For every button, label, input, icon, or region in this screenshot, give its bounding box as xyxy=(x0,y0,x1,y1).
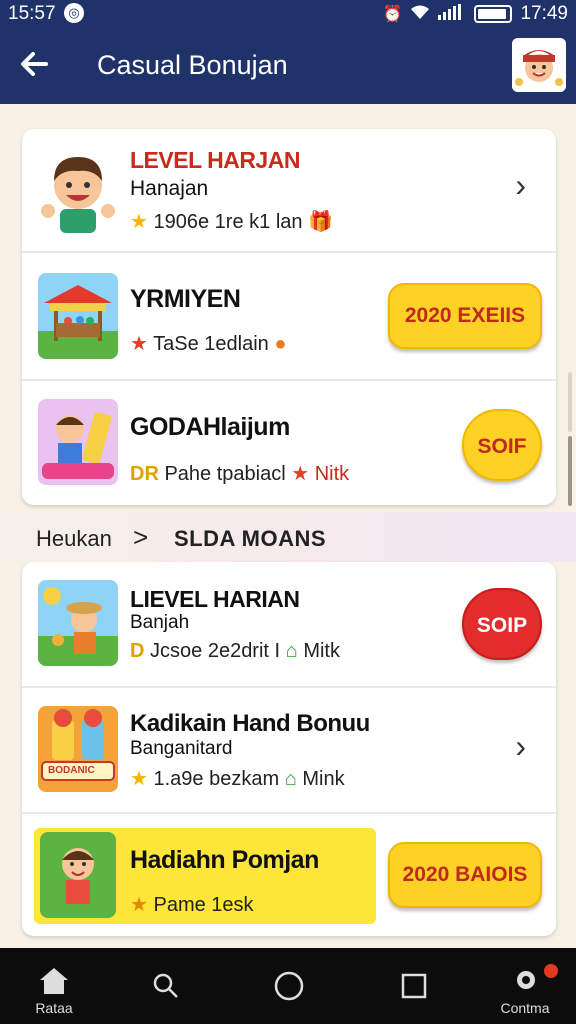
list-item[interactable]: LIEVEL HARIAN Banjah D Jcsoe 2e2drit I ⌂… xyxy=(22,562,556,688)
row-meta: Pahe tpabiacl xyxy=(164,463,286,485)
boy-avatar-icon xyxy=(38,147,118,233)
row-title: YRMIYEN xyxy=(130,285,241,313)
profile-avatar[interactable] xyxy=(512,38,566,92)
row-subtitle: Banjah xyxy=(130,612,190,633)
daily-card-top: LEVEL HARJAN Hanajan ★ 1906e 1re k1 lan … xyxy=(22,129,556,505)
wifi-icon xyxy=(410,4,430,25)
chevron-right-icon[interactable]: › xyxy=(515,167,526,204)
app-bar: Casual Bonujan xyxy=(0,36,576,98)
breadcrumb-item[interactable]: Heukan xyxy=(36,526,112,552)
row-meta-prefix: DR xyxy=(130,463,159,485)
list-item[interactable]: GODAHlaijum DR Pahe tpabiacl ★ Nitk SOIF xyxy=(22,383,556,505)
status-time-right: 17:49 xyxy=(520,3,568,24)
claim-button[interactable]: 2020 BAIOIS xyxy=(388,842,542,908)
row-meta: TaSe 1edlain xyxy=(153,333,269,355)
home-icon xyxy=(40,968,68,994)
farmer-boy-icon xyxy=(38,580,118,666)
row-subtitle: Banganitard xyxy=(130,738,233,759)
kid-drink-icon xyxy=(38,399,118,485)
row-title: GODAHlaijum xyxy=(130,413,290,441)
list-item[interactable]: BODANIC Kadikain Hand Bonuu Banganitard … xyxy=(22,690,556,814)
nav-home-circle[interactable] xyxy=(264,948,314,1024)
search-icon xyxy=(153,973,178,998)
square-recents-icon xyxy=(401,973,427,999)
breadcrumb-current: SLDA MOANS xyxy=(174,526,327,551)
signal-icon xyxy=(438,3,466,25)
page-title: Casual Bonujan xyxy=(97,50,288,80)
claim-button[interactable]: SOIP xyxy=(462,588,542,660)
gear-icon xyxy=(517,971,535,989)
nav-settings[interactable]: Contma xyxy=(488,948,562,1024)
waving-boy-icon xyxy=(40,832,116,918)
market-stall-icon xyxy=(38,273,118,359)
breadcrumb: Heukan > SLDA MOANS xyxy=(0,512,576,562)
row-meta: 1.a9e bezkam xyxy=(153,768,280,790)
row-title: LIEVEL HARIAN xyxy=(130,586,300,612)
star-icon: ★ xyxy=(130,894,148,916)
star-icon: ★ xyxy=(130,333,148,355)
nav-home-label: Rataa xyxy=(35,1000,73,1016)
chevron-right-icon: > xyxy=(133,522,149,552)
nav-recents[interactable] xyxy=(388,948,438,1024)
row-subtitle: Hanajan xyxy=(130,177,209,200)
coin-icon: ● xyxy=(274,333,287,355)
row-meta-suffix: Mink xyxy=(302,768,345,790)
alarm-icon: ⏰ xyxy=(382,6,403,23)
gift-icon: 🎁 xyxy=(308,211,333,233)
star-icon: ★ xyxy=(130,768,148,790)
top-bar: 15:57 ◎ ⏰ 17:49 Casual Bonujan xyxy=(0,0,576,104)
row-meta: 1906e 1re k1 lan xyxy=(153,211,303,233)
scrollbar-track[interactable] xyxy=(568,372,572,432)
nav-settings-label: Contma xyxy=(500,1000,550,1016)
bottom-navigation: Rataa Contma xyxy=(0,948,576,1024)
row-title: LEVEL HARJAN xyxy=(130,147,300,173)
notification-icon: ◎ xyxy=(64,3,84,23)
daily-card-bottom: LIEVEL HARIAN Banjah D Jcsoe 2e2drit I ⌂… xyxy=(22,562,556,936)
scrollbar-thumb[interactable] xyxy=(568,436,572,506)
row-title: Kadikain Hand Bonuu xyxy=(130,710,370,737)
row-meta-prefix: D xyxy=(130,640,145,662)
notification-badge xyxy=(544,964,558,978)
back-arrow-icon[interactable] xyxy=(18,48,54,84)
row-meta-suffix: Mitk xyxy=(303,640,340,662)
list-item[interactable]: YRMIYEN ★ TaSe 1edlain ● 2020 EXEIIS xyxy=(22,255,556,381)
claim-button[interactable]: SOIF xyxy=(462,409,542,481)
star-icon: ★ xyxy=(130,211,148,233)
house-icon: ⌂ xyxy=(284,768,297,790)
list-item-highlighted[interactable]: Hadiahn Pomjan ★ Pame 1esk 2020 BAIOIS xyxy=(22,816,556,936)
chevron-right-icon[interactable]: › xyxy=(515,728,526,765)
drinks-stand-icon: BODANIC xyxy=(38,706,118,792)
status-time-left: 15:57 xyxy=(8,3,56,24)
row-meta-suffix: Nitk xyxy=(314,463,350,485)
row-meta: Pame 1esk xyxy=(153,894,254,916)
row-title: Hadiahn Pomjan xyxy=(130,846,319,874)
house-icon: ⌂ xyxy=(285,640,298,662)
claim-button[interactable]: 2020 EXEIIS xyxy=(388,283,542,349)
row-meta: Jcsoe 2e2drit I xyxy=(150,640,281,662)
nav-search[interactable] xyxy=(140,948,192,1024)
star-icon: ★ xyxy=(291,463,310,485)
battery-icon xyxy=(474,5,513,23)
nav-home[interactable]: Rataa xyxy=(22,948,86,1024)
status-bar: 15:57 ◎ ⏰ 17:49 xyxy=(0,0,576,28)
list-item[interactable]: LEVEL HARJAN Hanajan ★ 1906e 1re k1 lan … xyxy=(22,129,556,253)
circle-home-icon xyxy=(274,971,304,1001)
thumb-label: BODANIC xyxy=(48,765,95,776)
